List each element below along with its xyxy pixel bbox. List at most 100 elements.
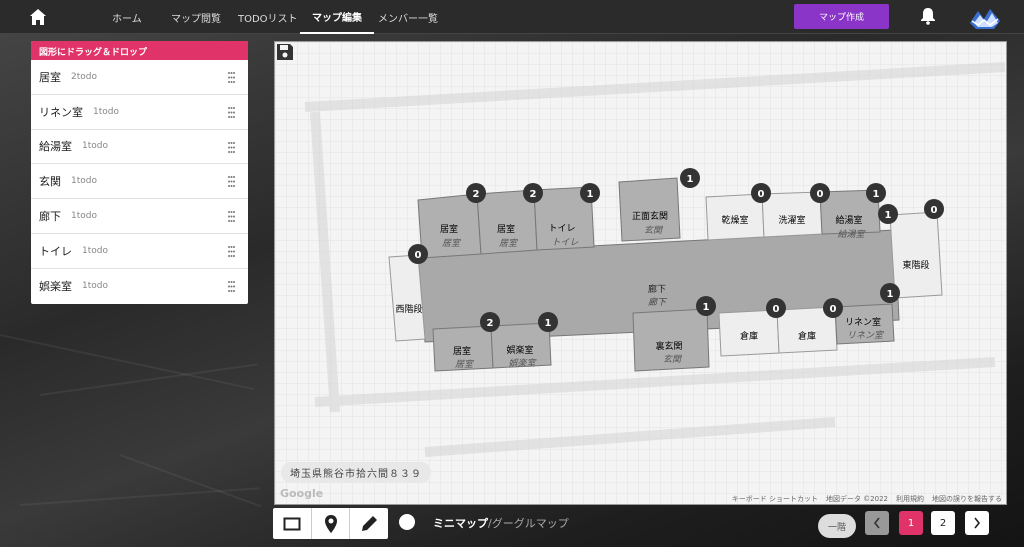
svg-text:給湯室: 給湯室 bbox=[837, 229, 866, 240]
svg-text:1: 1 bbox=[873, 189, 880, 200]
panel-item-roka[interactable]: 廊下 1todo bbox=[31, 199, 248, 234]
todo-badge[interactable]: 1 bbox=[880, 283, 900, 303]
todo-badge[interactable]: 1 bbox=[538, 312, 558, 332]
map-pin-icon bbox=[324, 514, 337, 533]
panel-item-name: 廊下 bbox=[39, 210, 61, 224]
svg-text:玄関: 玄関 bbox=[663, 354, 683, 365]
svg-text:0: 0 bbox=[415, 250, 422, 261]
drag-handle-icon[interactable] bbox=[227, 245, 236, 258]
drag-handle-icon[interactable] bbox=[227, 280, 236, 293]
rectangle-tool[interactable] bbox=[273, 508, 312, 539]
room-kyoshitsu-3[interactable]: 居室 居室 bbox=[432, 325, 494, 372]
nav-members[interactable]: メンバー一覧 bbox=[378, 0, 438, 34]
svg-text:居室: 居室 bbox=[455, 359, 475, 370]
panel-item-goraku[interactable]: 娯楽室 1todo bbox=[31, 269, 248, 304]
svg-text:トイレ: トイレ bbox=[551, 237, 578, 248]
save-icon[interactable] bbox=[275, 42, 295, 62]
drag-drop-panel: 図形にドラッグ＆ドロップ 居室 2todo リネン室 1todo 給湯室 1to… bbox=[31, 41, 248, 304]
svg-text:居室: 居室 bbox=[442, 238, 462, 249]
svg-text:1: 1 bbox=[545, 318, 552, 329]
map-canvas[interactable]: 廊下 廊下 居室 居室 居室 居室 トイレ トイレ 正面玄関 玄関 乾燥室 洗濯… bbox=[274, 41, 1007, 505]
panel-item-genkan[interactable]: 玄関 1todo bbox=[31, 164, 248, 200]
todo-badge[interactable]: 0 bbox=[924, 199, 944, 219]
drag-handle-icon[interactable] bbox=[227, 210, 236, 223]
drag-handle-icon[interactable] bbox=[227, 106, 236, 119]
svg-text:リネン室: リネン室 bbox=[845, 316, 881, 328]
floor-plan[interactable]: 廊下 廊下 居室 居室 居室 居室 トイレ トイレ 正面玄関 玄関 乾燥室 洗濯… bbox=[275, 42, 1007, 505]
room-kyoshitsu-1[interactable]: 居室 居室 bbox=[417, 193, 482, 259]
todo-badge[interactable]: 1 bbox=[580, 183, 600, 203]
todo-badge[interactable]: 0 bbox=[766, 298, 786, 318]
svg-text:0: 0 bbox=[830, 304, 837, 315]
report-link[interactable]: 地図の誤りを報告する bbox=[932, 494, 1002, 504]
page-1-button[interactable]: 1 bbox=[899, 511, 923, 535]
prev-page-button[interactable] bbox=[865, 511, 889, 535]
nav-home[interactable]: ホーム bbox=[112, 0, 142, 34]
room-soko-1[interactable]: 倉庫 bbox=[718, 309, 780, 357]
svg-text:1: 1 bbox=[703, 302, 710, 313]
todo-badge[interactable]: 0 bbox=[810, 183, 830, 203]
panel-item-kyuto[interactable]: 給湯室 1todo bbox=[31, 130, 248, 165]
panel-item-name: トイレ bbox=[39, 244, 72, 258]
todo-badge[interactable]: 1 bbox=[696, 296, 716, 316]
mini-map-label: ミニマップ bbox=[433, 517, 488, 530]
panel-item-count: 1todo bbox=[82, 245, 108, 256]
todo-badge[interactable]: 2 bbox=[480, 312, 500, 332]
svg-text:給湯室: 給湯室 bbox=[835, 214, 862, 226]
rectangle-icon bbox=[283, 517, 301, 530]
nav-todo-list[interactable]: TODOリスト bbox=[238, 0, 298, 34]
panel-item-name: 居室 bbox=[39, 70, 61, 84]
svg-text:乾燥室: 乾燥室 bbox=[721, 214, 748, 226]
svg-text:東階段: 東階段 bbox=[902, 259, 929, 271]
panel-item-count: 2todo bbox=[71, 71, 97, 82]
todo-badge[interactable]: 1 bbox=[878, 204, 898, 224]
room-higashi-kaidan[interactable]: 東階段 bbox=[889, 211, 943, 299]
todo-badge[interactable]: 0 bbox=[823, 298, 843, 318]
room-linen[interactable]: リネン室 リネン室 bbox=[834, 303, 895, 345]
bell-icon[interactable] bbox=[919, 7, 937, 25]
google-logo: Google bbox=[280, 487, 324, 500]
svg-text:居室: 居室 bbox=[453, 345, 471, 357]
panel-item-name: 娯楽室 bbox=[39, 280, 72, 294]
shortcut-link[interactable]: キーボード ショートカット bbox=[732, 494, 818, 504]
room-shomen-genkan[interactable]: 正面玄関 玄関 bbox=[618, 177, 681, 242]
nav-map-view[interactable]: マップ閲覧 bbox=[171, 0, 221, 34]
svg-text:2: 2 bbox=[487, 318, 494, 329]
todo-badge[interactable]: 2 bbox=[466, 183, 486, 203]
map-mode-label[interactable]: ミニマップ/グーグルマップ bbox=[433, 515, 569, 531]
nav-map-edit[interactable]: マップ編集 bbox=[300, 0, 374, 34]
drag-handle-icon[interactable] bbox=[227, 71, 236, 84]
page-2-button[interactable]: 2 bbox=[931, 511, 955, 535]
svg-text:0: 0 bbox=[817, 189, 824, 200]
todo-badge[interactable]: 2 bbox=[523, 183, 543, 203]
panel-item-count: 1todo bbox=[82, 141, 108, 152]
floor-select[interactable]: 一階 bbox=[818, 514, 856, 538]
todo-badge[interactable]: 1 bbox=[866, 183, 886, 203]
panel-item-linen[interactable]: リネン室 1todo bbox=[31, 95, 248, 130]
pin-tool[interactable] bbox=[312, 508, 351, 539]
drag-handle-icon[interactable] bbox=[227, 175, 236, 188]
map-data-label: 地図データ ©2022 bbox=[825, 495, 888, 503]
drag-handle-icon[interactable] bbox=[227, 141, 236, 154]
pen-tool[interactable] bbox=[350, 508, 388, 539]
svg-text:裏玄関: 裏玄関 bbox=[655, 340, 682, 352]
todo-badge[interactable]: 0 bbox=[751, 183, 771, 203]
user-avatar[interactable] bbox=[966, 3, 1004, 31]
todo-badge[interactable]: 1 bbox=[680, 168, 700, 188]
home-icon[interactable] bbox=[28, 7, 48, 27]
panel-item-count: 1todo bbox=[82, 281, 108, 292]
map-mode-toggle[interactable] bbox=[399, 514, 415, 530]
panel-item-toilet[interactable]: トイレ 1todo bbox=[31, 234, 248, 269]
next-page-button[interactable] bbox=[965, 511, 989, 535]
google-map-label: グーグルマップ bbox=[491, 517, 569, 530]
svg-text:洗濯室: 洗濯室 bbox=[778, 214, 805, 226]
svg-text:0: 0 bbox=[758, 189, 765, 200]
terms-link[interactable]: 利用規約 bbox=[896, 494, 924, 504]
panel-item-kyoshitsu[interactable]: 居室 2todo bbox=[31, 60, 248, 95]
svg-text:倉庫: 倉庫 bbox=[798, 330, 816, 342]
svg-text:娯楽室: 娯楽室 bbox=[508, 358, 537, 369]
room-ura-genkan[interactable]: 裏玄関 玄関 bbox=[632, 308, 710, 372]
top-navbar: ホーム マップ閲覧 TODOリスト マップ編集 メンバー一覧 マップ作成 bbox=[0, 0, 1024, 34]
create-map-button[interactable]: マップ作成 bbox=[794, 4, 889, 29]
todo-badge[interactable]: 0 bbox=[408, 244, 428, 264]
